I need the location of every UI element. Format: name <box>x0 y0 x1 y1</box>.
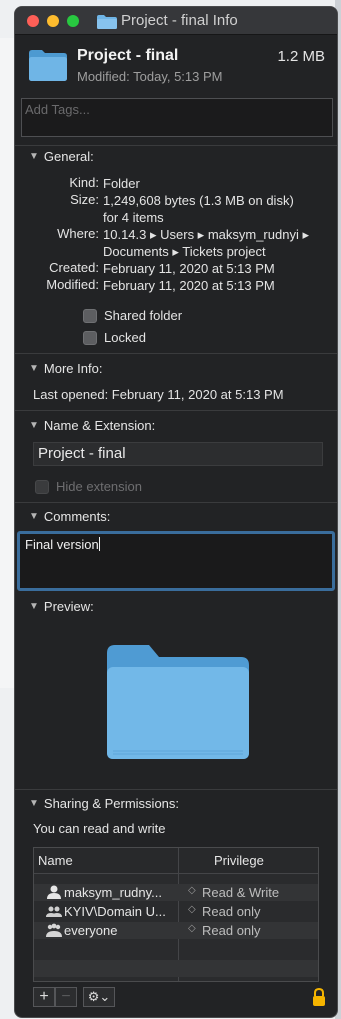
file-size: 1.2 MB <box>277 48 325 65</box>
created-label: Created: <box>49 260 99 275</box>
tags-field[interactable]: Add Tags... <box>21 98 333 137</box>
where-label: Where: <box>57 226 99 241</box>
folder-icon <box>97 15 117 29</box>
privilege-select[interactable]: Read only <box>202 904 261 919</box>
divider <box>15 353 337 354</box>
updown-icon[interactable]: ◇ <box>188 904 196 915</box>
checkbox-box[interactable] <box>83 330 97 345</box>
group-icon <box>46 906 62 917</box>
minimize-button[interactable] <box>47 15 59 27</box>
divider <box>15 502 337 503</box>
table-row[interactable]: KYIV\Domain U... ◇ Read only <box>34 903 318 920</box>
divider <box>15 789 337 790</box>
column-header-name[interactable]: Name <box>38 853 73 868</box>
section-more-info[interactable]: ▼ More Info: <box>29 361 102 376</box>
everyone-name: everyone <box>64 923 118 938</box>
disclosure-triangle-icon[interactable]: ▼ <box>29 601 39 612</box>
locked-checkbox[interactable]: Locked <box>83 330 146 345</box>
hide-extension-checkbox[interactable]: Hide extension <box>35 479 142 494</box>
comments-text: Final version <box>25 537 99 552</box>
modified-value: February 11, 2020 at 5:13 PM <box>103 278 275 293</box>
section-title: General: <box>43 149 94 164</box>
zoom-button[interactable] <box>67 15 79 27</box>
group-name: KYIV\Domain U... <box>64 904 166 919</box>
permission-summary: You can read and write <box>33 821 166 836</box>
folder-preview-icon <box>107 645 249 759</box>
tags-placeholder: Add Tags... <box>25 102 90 117</box>
size-value-line1: 1,249,608 bytes (1.3 MB on disk) <box>103 193 294 208</box>
table-row-empty <box>34 960 318 977</box>
section-preview[interactable]: ▼ Preview: <box>29 599 94 614</box>
section-title: More Info: <box>43 361 103 376</box>
section-name-extension[interactable]: ▼ Name & Extension: <box>29 418 155 433</box>
text-cursor <box>98 537 100 551</box>
checkbox-box[interactable] <box>83 308 97 323</box>
where-value-line1: 10.14.3 ▸ Users ▸ maksym_rudnyi ▸ <box>103 227 309 242</box>
created-value: February 11, 2020 at 5:13 PM <box>103 261 275 276</box>
locked-label: Locked <box>104 330 146 345</box>
where-value-line2: Documents ▸ Tickets project <box>103 244 266 259</box>
updown-icon[interactable]: ◇ <box>188 923 196 934</box>
size-label: Size: <box>70 192 99 207</box>
modified-label: Modified: <box>46 277 99 292</box>
shared-folder-checkbox[interactable]: Shared folder <box>83 308 182 323</box>
column-header-privilege[interactable]: Privilege <box>214 853 264 868</box>
table-row[interactable]: everyone ◇ Read only <box>34 922 318 939</box>
privilege-select[interactable]: Read & Write <box>202 885 279 900</box>
section-title: Sharing & Permissions: <box>43 796 180 811</box>
table-header: Name Privilege <box>34 848 318 874</box>
section-comments[interactable]: ▼ Comments: <box>29 509 110 524</box>
divider <box>15 410 337 411</box>
everyone-icon <box>46 923 62 937</box>
table-row[interactable]: maksym_rudny... ◇ Read & Write <box>34 884 318 901</box>
shared-folder-label: Shared folder <box>104 308 183 323</box>
kind-label: Kind: <box>69 175 99 190</box>
title-bar[interactable]: Project - final Info <box>15 7 337 35</box>
section-title: Comments: <box>43 509 111 524</box>
file-name: Project - final <box>77 47 179 64</box>
disclosure-triangle-icon[interactable]: ▼ <box>29 151 39 162</box>
gear-icon[interactable]: ⚙⌄ <box>83 987 115 1007</box>
hide-extension-label: Hide extension <box>56 479 142 494</box>
permissions-table: Name Privilege maksym_rudny... ◇ Read & … <box>33 847 319 982</box>
updown-icon[interactable]: ◇ <box>188 885 196 896</box>
remove-user-button[interactable]: − <box>55 987 77 1007</box>
disclosure-triangle-icon[interactable]: ▼ <box>29 363 39 374</box>
section-title: Preview: <box>43 599 94 614</box>
disclosure-triangle-icon[interactable]: ▼ <box>29 798 39 809</box>
user-name: maksym_rudny... <box>64 885 163 900</box>
close-button[interactable] <box>27 15 39 27</box>
checkbox-box[interactable] <box>35 479 49 494</box>
kind-value: Folder <box>103 176 140 191</box>
last-opened: Last opened: February 11, 2020 at 5:13 P… <box>33 387 284 402</box>
add-user-button[interactable]: + <box>33 987 55 1007</box>
disclosure-triangle-icon[interactable]: ▼ <box>29 420 39 431</box>
person-icon <box>47 885 61 899</box>
modified-summary: Modified: Today, 5:13 PM <box>77 69 223 84</box>
privilege-select[interactable]: Read only <box>202 923 261 938</box>
lock-icon[interactable] <box>311 987 327 1007</box>
section-sharing-permissions[interactable]: ▼ Sharing & Permissions: <box>29 796 179 811</box>
divider <box>15 145 337 146</box>
section-title: Name & Extension: <box>43 418 156 433</box>
info-window: Project - final Info Project - final 1.2… <box>14 6 338 1018</box>
name-input[interactable]: Project - final <box>33 442 323 466</box>
section-general[interactable]: ▼ General: <box>29 149 94 164</box>
table-row-empty <box>34 941 318 958</box>
permissions-toolbar: + − ⚙⌄ <box>33 987 115 1009</box>
size-value-line2: for 4 items <box>103 210 164 225</box>
comments-textarea[interactable]: Final version <box>17 531 335 591</box>
window-title: Project - final Info <box>121 12 238 29</box>
folder-icon <box>29 50 67 81</box>
disclosure-triangle-icon[interactable]: ▼ <box>29 511 39 522</box>
